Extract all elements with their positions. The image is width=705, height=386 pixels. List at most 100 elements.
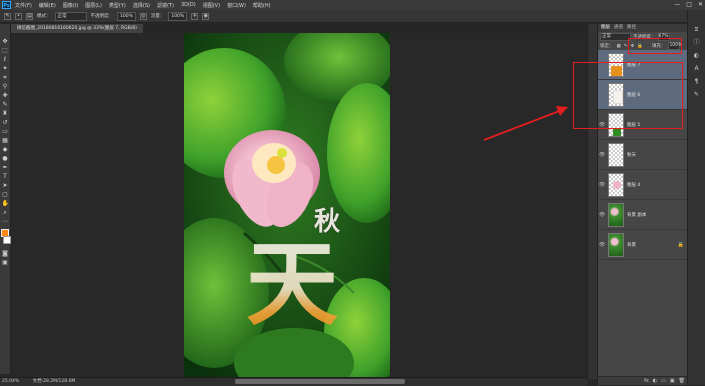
new-group-icon[interactable]: ▭ <box>661 377 666 385</box>
eye-icon[interactable]: 👁 <box>598 242 606 248</box>
photoshop-logo-icon: Ps <box>2 1 11 9</box>
quick-select-tool-icon[interactable]: ✦ <box>2 65 9 72</box>
window-controls: — □ ✕ <box>674 1 703 8</box>
type-tool-icon[interactable]: T <box>2 173 9 180</box>
layer-thumbnail <box>608 142 624 167</box>
toggle-brush-panel-icon[interactable]: ▤ <box>26 12 33 20</box>
history-brush-tool-icon[interactable]: ↺ <box>2 119 9 126</box>
move-tool-icon[interactable]: ✥ <box>2 38 9 45</box>
layer-row[interactable]: 👁 背景 副本 <box>598 200 688 230</box>
document-tab-bar: 微信截图_20180816160620.jpg @ 33%(图层 7, RGB/… <box>11 24 587 33</box>
character-icon[interactable]: A <box>693 65 701 72</box>
brush-panel-icon[interactable]: ✎ <box>693 91 701 98</box>
layer-thumbnail <box>608 202 624 227</box>
shape-tool-icon[interactable]: ▢ <box>2 191 9 198</box>
lock-pixels-icon[interactable]: ✎ <box>624 44 628 49</box>
menu-layer[interactable]: 图层(L) <box>85 2 102 9</box>
menu-help[interactable]: 帮助(H) <box>253 2 271 9</box>
hand-tool-icon[interactable]: ✋ <box>2 200 9 207</box>
mode-label: 模式： <box>37 14 51 19</box>
blend-mode-select[interactable]: 正常 <box>600 33 631 41</box>
brush-tool-icon[interactable]: ✎ <box>4 12 11 20</box>
adjustments-icon[interactable]: ◐ <box>693 52 701 59</box>
gradient-tool-icon[interactable]: ▦ <box>2 137 9 144</box>
layer-thumbnail <box>608 172 624 197</box>
layer-name[interactable]: 秋天 <box>627 152 636 158</box>
flow-label: 流量： <box>150 14 165 19</box>
brush-tool-icon[interactable]: ✎ <box>2 101 9 108</box>
eye-icon[interactable]: 👁 <box>598 182 606 188</box>
document-info[interactable]: 文档:28.2M/128.6M <box>33 379 76 384</box>
dodge-tool-icon[interactable]: ● <box>2 155 9 162</box>
menu-edit[interactable]: 编辑(E) <box>39 2 56 9</box>
healing-tool-icon[interactable]: ✚ <box>2 92 9 99</box>
eye-icon[interactable]: 👁 <box>598 212 606 218</box>
layer-row[interactable]: 👁 秋天 <box>598 140 688 170</box>
airbrush-icon[interactable]: ✈ <box>191 12 199 20</box>
clone-stamp-tool-icon[interactable]: ♜ <box>2 110 9 117</box>
menu-filter[interactable]: 滤镜(T) <box>157 2 174 9</box>
background-color-swatch[interactable] <box>3 236 11 244</box>
annotation-box-layers <box>573 62 683 129</box>
lock-transparent-icon[interactable]: ▦ <box>617 44 621 49</box>
menu-image[interactable]: 图像(I) <box>63 2 78 9</box>
pressure-opacity-icon[interactable]: ◎ <box>139 12 147 20</box>
pressure-size-icon[interactable]: ◉ <box>202 12 210 20</box>
close-button[interactable]: ✕ <box>698 1 703 8</box>
menu-view[interactable]: 视图(V) <box>203 2 220 9</box>
options-bar: ✎ • ▤ 模式： 正常 不透明度： 100% ◎ 流量： 100% ✈ ◉ <box>0 10 705 23</box>
history-icon[interactable]: ⧖ <box>693 26 701 33</box>
trash-icon[interactable]: 🗑 <box>679 377 685 385</box>
menu-select[interactable]: 选择(S) <box>133 2 150 9</box>
eyedropper-tool-icon[interactable]: ⚲ <box>2 83 9 90</box>
path-select-tool-icon[interactable]: ➤ <box>2 182 9 189</box>
flow-field[interactable]: 100% <box>168 11 188 21</box>
horizontal-scrollbar[interactable] <box>235 379 405 384</box>
pen-tool-icon[interactable]: ✒ <box>2 164 9 171</box>
quick-mask-icon[interactable]: ◙ <box>2 250 9 257</box>
more-tools-icon[interactable]: ⋯ <box>2 218 9 225</box>
right-panel-strip: ⧖ ⓘ ◐ A ¶ ✎ <box>687 10 705 385</box>
lasso-tool-icon[interactable]: ℓ <box>2 56 9 63</box>
eye-icon[interactable]: 👁 <box>598 152 606 158</box>
layers-panel-footer: fx ◐ ▭ ▣ 🗑 <box>598 376 688 385</box>
maximize-button[interactable]: □ <box>686 1 692 8</box>
eraser-tool-icon[interactable]: ▭ <box>2 128 9 135</box>
layer-name[interactable]: 背景 副本 <box>627 212 646 218</box>
zoom-tool-icon[interactable]: ⌕ <box>2 209 9 216</box>
properties-icon[interactable]: ⓘ <box>693 39 701 46</box>
fx-icon[interactable]: fx <box>644 377 649 385</box>
annotation-box-opacity <box>628 38 682 54</box>
document-tab[interactable]: 微信截图_20180816160620.jpg @ 33%(图层 7, RGB/… <box>11 24 143 33</box>
adjustment-layer-icon[interactable]: ◐ <box>653 377 657 385</box>
layer-name[interactable]: 图层 4 <box>627 182 640 188</box>
tab-layers[interactable]: 图层 <box>601 24 610 32</box>
screen-mode-icon[interactable]: ▣ <box>2 259 9 266</box>
opacity-field[interactable]: 100% <box>117 11 136 21</box>
layer-name[interactable]: 背景 <box>627 242 636 248</box>
canvas-text-tian: 天 <box>246 230 339 338</box>
brush-preset-icon[interactable]: • <box>15 12 22 20</box>
mode-select[interactable]: 正常 <box>54 11 87 21</box>
menu-type[interactable]: 类型(Y) <box>109 2 126 9</box>
crop-tool-icon[interactable]: ⌗ <box>2 74 9 81</box>
menu-window[interactable]: 窗口(W) <box>227 2 246 9</box>
layer-row[interactable]: 👁 背景 🔒 <box>598 230 688 260</box>
layer-thumbnail <box>608 232 624 257</box>
tab-paths[interactable]: 路径 <box>627 24 636 32</box>
marquee-tool-icon[interactable]: ⬚ <box>2 47 9 54</box>
layer-row[interactable]: 👁 图层 4 <box>598 170 688 200</box>
menu-bar: Ps 文件(F) 编辑(E) 图像(I) 图层(L) 类型(Y) 选择(S) 滤… <box>0 0 705 10</box>
tab-channels[interactable]: 通道 <box>614 24 623 32</box>
menu-file[interactable]: 文件(F) <box>15 2 32 9</box>
new-layer-icon[interactable]: ▣ <box>670 377 675 385</box>
tools-panel: ✥ ⬚ ℓ ✦ ⌗ ⚲ ✚ ✎ ♜ ↺ ▭ ▦ ◆ ● ✒ T ➤ ▢ ✋ ⌕ … <box>0 24 11 374</box>
lock-icon: 🔒 <box>677 241 684 248</box>
document-canvas[interactable]: 秋 天 <box>184 33 390 379</box>
minimize-button[interactable]: — <box>674 1 680 8</box>
menu-3d[interactable]: 3D(D) <box>181 2 196 8</box>
blur-tool-icon[interactable]: ◆ <box>2 146 9 153</box>
zoom-level[interactable]: 25.04% <box>2 379 19 384</box>
opacity-label: 不透明度： <box>90 14 114 19</box>
paragraph-icon[interactable]: ¶ <box>693 78 701 85</box>
